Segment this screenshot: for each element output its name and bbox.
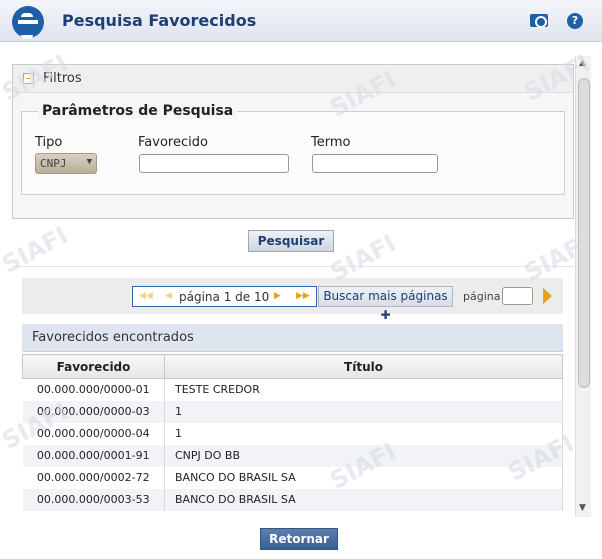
column-header-titulo[interactable]: Título xyxy=(164,354,563,379)
favorecido-label: Favorecido xyxy=(138,135,208,150)
cell-titulo: TESTE CREDOR xyxy=(164,378,563,401)
filters-panel: Filtros Parâmetros de Pesquisa Tipo CNPJ… xyxy=(12,64,574,219)
tipo-value: CNPJ xyxy=(40,157,67,170)
content-area: Filtros Parâmetros de Pesquisa Tipo CNPJ… xyxy=(0,54,593,519)
cell-favorecido: 00.000.000/0000-01 xyxy=(22,378,165,401)
chevron-down-icon: ▼ xyxy=(86,157,92,167)
results-table: Favorecido Título 00.000.000/0000-01 TES… xyxy=(22,354,563,511)
pager-bar: ◀◀ ◀ página 1 de 10 ▶ ▶▶ Buscar mais pág… xyxy=(22,278,563,322)
termo-input[interactable] xyxy=(312,154,438,173)
next-page-icon[interactable]: ▶ xyxy=(274,291,281,301)
termo-label: Termo xyxy=(311,135,351,150)
more-pages-label: Buscar mais páginas xyxy=(323,289,448,303)
first-page-icon[interactable]: ◀◀ xyxy=(139,291,153,301)
favorecido-input[interactable] xyxy=(139,154,289,173)
scroll-down-icon[interactable]: ▼ xyxy=(579,503,586,513)
vertical-scrollbar[interactable]: ▲ ▼ xyxy=(575,56,591,517)
table-row[interactable]: 00.000.000/0003-53 BANCO DO BRASIL SA xyxy=(22,488,563,511)
pager-text: página 1 de 10 xyxy=(179,290,270,304)
tipo-label: Tipo xyxy=(35,135,63,150)
prev-page-icon[interactable]: ◀ xyxy=(165,291,172,301)
cell-titulo: 1 xyxy=(164,422,563,445)
header-bar: Pesquisa Favorecidos ? xyxy=(0,0,602,42)
table-row[interactable]: 00.000.000/0000-04 1 xyxy=(22,422,563,445)
siafi-logo-icon xyxy=(12,6,44,39)
help-icon[interactable]: ? xyxy=(567,13,583,29)
filters-header[interactable]: Filtros xyxy=(13,65,573,93)
cell-titulo: BANCO DO BRASIL SA xyxy=(164,488,563,511)
results-header: Favorecidos encontrados xyxy=(22,324,563,352)
column-header-favorecido[interactable]: Favorecido xyxy=(22,354,165,379)
page-label: página xyxy=(463,290,501,303)
more-pages-button[interactable]: Buscar mais páginas ✚ xyxy=(318,286,453,322)
divider xyxy=(12,266,574,267)
cell-favorecido: 00.000.000/0003-53 xyxy=(22,488,165,511)
pager: ◀◀ ◀ página 1 de 10 ▶ ▶▶ xyxy=(132,286,317,307)
cell-titulo: 1 xyxy=(164,400,563,423)
page-number-input[interactable] xyxy=(502,287,533,305)
results-title: Favorecidos encontrados xyxy=(32,330,194,345)
last-page-icon[interactable]: ▶▶ xyxy=(296,291,310,301)
return-button[interactable]: Retornar xyxy=(260,528,338,550)
go-page-icon[interactable] xyxy=(543,288,552,304)
search-button[interactable]: Pesquisar xyxy=(248,230,334,252)
tipo-select[interactable]: CNPJ ▼ xyxy=(35,153,97,174)
cell-favorecido: 00.000.000/0002-72 xyxy=(22,466,165,489)
plus-icon: ✚ xyxy=(380,308,391,322)
table-row[interactable]: 00.000.000/0001-91 CNPJ DO BB xyxy=(22,444,563,467)
camera-icon[interactable] xyxy=(530,14,548,28)
fieldset-legend: Parâmetros de Pesquisa xyxy=(38,103,238,119)
table-row[interactable]: 00.000.000/0002-72 BANCO DO BRASIL SA xyxy=(22,466,563,489)
search-params-fieldset: Parâmetros de Pesquisa xyxy=(21,103,565,195)
table-row[interactable]: 00.000.000/0000-01 TESTE CREDOR xyxy=(22,378,563,401)
table-row[interactable]: 00.000.000/0000-03 1 xyxy=(22,400,563,423)
cell-favorecido: 00.000.000/0001-91 xyxy=(22,444,165,467)
page-title: Pesquisa Favorecidos xyxy=(62,11,257,30)
